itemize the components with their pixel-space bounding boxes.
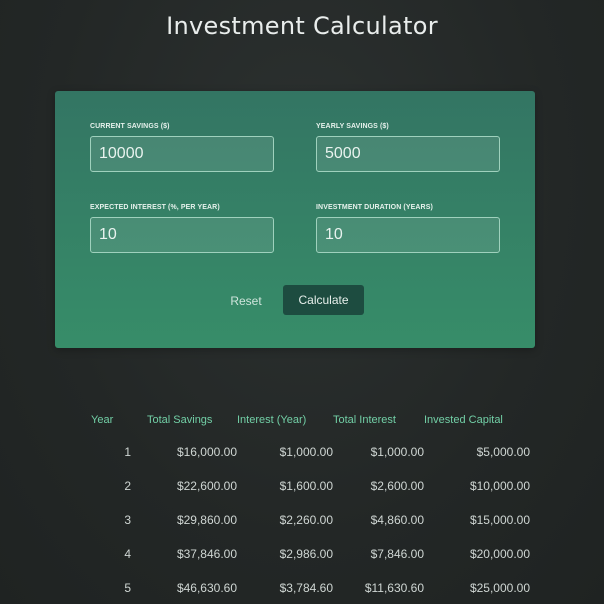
- table-row: 3 $29,860.00 $2,260.00 $4,860.00 $15,000…: [85, 503, 530, 537]
- current-savings-input[interactable]: [90, 136, 274, 172]
- column-header-total-interest: Total Interest: [333, 414, 396, 426]
- year-cell: 2: [124, 479, 131, 493]
- invested-capital-cell: $20,000.00: [469, 547, 530, 561]
- investment-duration-group: INVESTMENT DURATION (YEARS): [316, 204, 500, 253]
- investment-duration-input[interactable]: [316, 217, 500, 253]
- year-cell: 5: [124, 581, 131, 595]
- interest-year-cell: $1,000.00: [279, 445, 333, 459]
- total-interest-cell: $11,630.60: [364, 581, 424, 595]
- invested-capital-cell: $25,000.00: [469, 581, 530, 595]
- yearly-savings-label: YEARLY SAVINGS ($): [316, 123, 389, 130]
- column-header-total-savings: Total Savings: [147, 414, 213, 426]
- total-savings-cell: $22,600.00: [176, 479, 237, 493]
- current-savings-label: CURRENT SAVINGS ($): [90, 123, 170, 130]
- reset-button[interactable]: Reset: [221, 287, 271, 315]
- column-header-invested-capital: Invested Capital: [424, 414, 503, 426]
- total-savings-cell: $46,630.60: [176, 581, 237, 595]
- yearly-savings-group: YEARLY SAVINGS ($): [316, 123, 500, 172]
- expected-interest-input[interactable]: [90, 217, 274, 253]
- expected-interest-label: EXPECTED INTEREST (%, PER YEAR): [90, 204, 220, 211]
- results-header-row: Year Total Savings Interest (Year) Total…: [85, 405, 530, 435]
- column-header-year: Year: [91, 414, 114, 426]
- expected-interest-group: EXPECTED INTEREST (%, PER YEAR): [90, 204, 274, 253]
- total-interest-cell: $4,860.00: [370, 513, 424, 527]
- table-row: 1 $16,000.00 $1,000.00 $1,000.00 $5,000.…: [85, 435, 530, 469]
- total-interest-cell: $7,846.00: [370, 547, 424, 561]
- year-cell: 1: [124, 445, 131, 459]
- interest-year-cell: $3,784.60: [279, 581, 333, 595]
- calculator-form: CURRENT SAVINGS ($) YEARLY SAVINGS ($) E…: [55, 91, 535, 348]
- interest-year-cell: $1,600.00: [279, 479, 333, 493]
- interest-year-cell: $2,260.00: [279, 513, 333, 527]
- invested-capital-cell: $10,000.00: [469, 479, 530, 493]
- calculate-button[interactable]: Calculate: [283, 285, 364, 315]
- total-savings-cell: $37,846.00: [176, 547, 237, 561]
- table-row: 5 $46,630.60 $3,784.60 $11,630.60 $25,00…: [85, 571, 530, 604]
- results-table: Year Total Savings Interest (Year) Total…: [85, 405, 530, 604]
- year-cell: 4: [124, 547, 131, 561]
- interest-year-cell: $2,986.00: [279, 547, 333, 561]
- investment-duration-label: INVESTMENT DURATION (YEARS): [316, 204, 433, 211]
- table-row: 4 $37,846.00 $2,986.00 $7,846.00 $20,000…: [85, 537, 530, 571]
- yearly-savings-input[interactable]: [316, 136, 500, 172]
- invested-capital-cell: $5,000.00: [476, 445, 530, 459]
- total-savings-cell: $29,860.00: [176, 513, 237, 527]
- total-savings-cell: $16,000.00: [176, 445, 237, 459]
- page-title: Investment Calculator: [166, 12, 438, 40]
- total-interest-cell: $2,600.00: [370, 479, 424, 493]
- total-interest-cell: $1,000.00: [370, 445, 424, 459]
- column-header-interest-year: Interest (Year): [237, 414, 307, 426]
- year-cell: 3: [124, 513, 131, 527]
- table-row: 2 $22,600.00 $1,600.00 $2,600.00 $10,000…: [85, 469, 530, 503]
- current-savings-group: CURRENT SAVINGS ($): [90, 123, 274, 172]
- invested-capital-cell: $15,000.00: [469, 513, 530, 527]
